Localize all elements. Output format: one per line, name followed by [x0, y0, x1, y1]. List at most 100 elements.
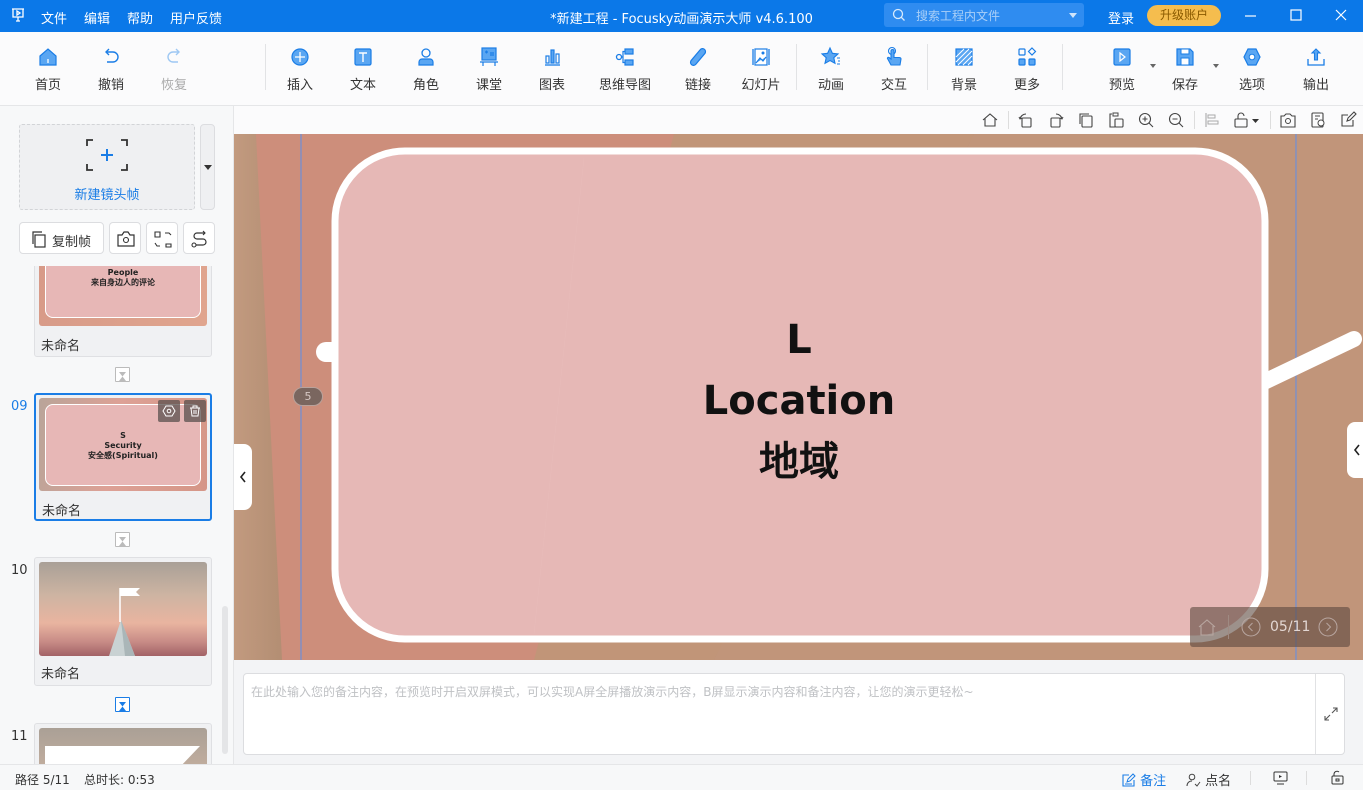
preview-play-icon: [1113, 48, 1131, 66]
animation-label: 动画: [817, 78, 844, 93]
text-icon: [354, 48, 372, 66]
home-button[interactable]: 首页: [18, 46, 78, 93]
zoom-out-icon[interactable]: [1167, 111, 1185, 129]
classroom-button[interactable]: 课堂: [459, 46, 519, 93]
nav-next-icon[interactable]: [1318, 617, 1338, 637]
toolbar-divider: [796, 44, 797, 90]
chevron-left-icon: [239, 471, 246, 483]
mindmap-button[interactable]: 思维导图: [592, 46, 658, 93]
export-button[interactable]: 输出: [1286, 46, 1346, 93]
unlock-icon[interactable]: [1329, 770, 1345, 785]
role-button[interactable]: 角色: [396, 46, 456, 93]
copy-icon[interactable]: [1077, 111, 1095, 129]
save-disk-icon: [1176, 48, 1194, 66]
slide-canvas[interactable]: 5 L Location 地域 05/11: [234, 134, 1363, 660]
screenshot-camera-icon[interactable]: [1279, 111, 1297, 129]
thumb-text: S: [120, 431, 126, 440]
frame-name: 未命名: [42, 504, 82, 519]
copy-frame-button[interactable]: 复制帧: [19, 222, 104, 254]
slide-button[interactable]: 幻灯片: [731, 46, 791, 93]
zoom-in-icon[interactable]: [1137, 111, 1155, 129]
text-button[interactable]: 文本: [333, 46, 393, 93]
search-placeholder: 搜索工程内文件: [916, 9, 1001, 23]
interaction-button[interactable]: 交互: [864, 46, 924, 93]
schedule-icon[interactable]: [1309, 111, 1327, 129]
slide-title-chinese: 地域: [759, 439, 839, 485]
edit-icon[interactable]: [1339, 111, 1357, 129]
frame-thumbnail-9[interactable]: S Security 安全感(Spiritual) 未命名: [34, 393, 212, 521]
transition-icon-active[interactable]: [115, 697, 130, 712]
fit-frame-button[interactable]: [146, 222, 178, 254]
rollcall-tab-label: 点名: [1205, 774, 1232, 789]
frame-thumbnail-list[interactable]: P People 来自身边人的评论 未命名 09 S Security 安全感(…: [0, 266, 222, 764]
menu-help[interactable]: 帮助: [127, 8, 153, 27]
upgrade-account-button[interactable]: 升级账户: [1147, 5, 1221, 26]
redo-icon: [167, 48, 180, 63]
search-dropdown-icon[interactable]: [1069, 13, 1077, 18]
animation-button[interactable]: 动画: [801, 46, 861, 93]
frame-thumbnail-10[interactable]: 未命名: [34, 557, 212, 686]
frame-delete-button[interactable]: [184, 400, 206, 422]
expand-panel-button[interactable]: [1347, 422, 1363, 478]
sidebar-scrollbar[interactable]: [222, 606, 228, 754]
path-route-button[interactable]: [183, 222, 215, 254]
login-link[interactable]: 登录: [1108, 8, 1134, 27]
collapse-sidebar-button[interactable]: [234, 444, 252, 510]
nav-prev-icon[interactable]: [1241, 617, 1261, 637]
paste-icon[interactable]: [1107, 111, 1125, 129]
align-left-icon[interactable]: [1203, 111, 1221, 129]
undo-button[interactable]: 撤销: [81, 46, 141, 93]
background-hatch-icon: [955, 48, 973, 66]
slide-text-block[interactable]: L Location 地域: [554, 310, 1044, 493]
rollcall-tab[interactable]: 点名: [1186, 770, 1231, 789]
redo-button[interactable]: 恢复: [144, 46, 204, 93]
undo-icon: [105, 48, 119, 63]
role-label: 角色: [412, 78, 439, 93]
toolbar-divider: [1062, 44, 1063, 90]
save-button[interactable]: 保存: [1155, 46, 1219, 93]
frame-settings-button[interactable]: [158, 400, 180, 422]
slide-title-word: Location: [702, 378, 896, 424]
rotate-right-icon[interactable]: [1047, 111, 1065, 129]
presenter-screen-icon[interactable]: [1273, 771, 1288, 785]
preview-button[interactable]: 预览: [1092, 46, 1156, 93]
options-button[interactable]: 选项: [1222, 46, 1282, 93]
menu-file[interactable]: 文件: [41, 8, 67, 27]
close-icon: [1335, 9, 1347, 21]
notes-placeholder: 在此处输入您的备注内容，在预览时开启双屏模式，可以实现A屏全屏播放演示内容，B屏…: [251, 685, 974, 699]
home-view-icon[interactable]: [981, 111, 999, 129]
close-button[interactable]: [1319, 0, 1363, 32]
hourglass-icon: [119, 537, 126, 546]
title-bar: 文件 编辑 帮助 用户反馈 *新建工程 - Focusky动画演示大师 v4.6…: [0, 0, 1363, 32]
menu-feedback[interactable]: 用户反馈: [170, 8, 222, 27]
frame-order-badge[interactable]: 5: [293, 387, 323, 406]
more-button[interactable]: 更多: [997, 46, 1057, 93]
insert-button[interactable]: 插入: [270, 46, 330, 93]
expand-notes-button[interactable]: [1315, 674, 1344, 754]
new-frame-button[interactable]: 新建镜头帧: [19, 124, 195, 210]
notes-tab[interactable]: 备注: [1122, 770, 1166, 789]
menu-edit[interactable]: 编辑: [84, 8, 110, 27]
transition-icon[interactable]: [115, 367, 130, 382]
chart-button[interactable]: 图表: [522, 46, 582, 93]
rotate-left-icon[interactable]: [1017, 111, 1035, 129]
project-search-input[interactable]: 搜索工程内文件: [884, 3, 1084, 27]
minimize-button[interactable]: [1228, 0, 1272, 32]
snapshot-button[interactable]: [109, 222, 141, 254]
new-frame-label: 新建镜头帧: [74, 188, 140, 203]
link-button[interactable]: 链接: [668, 46, 728, 93]
new-frame-dropdown[interactable]: [200, 124, 215, 210]
lock-dropdown-icon[interactable]: [1233, 111, 1261, 129]
save-dropdown-icon[interactable]: [1213, 64, 1219, 68]
notes-tab-label: 备注: [1140, 774, 1167, 789]
notes-textarea[interactable]: 在此处输入您的备注内容，在预览时开启双屏模式，可以实现A屏全屏播放演示内容，B屏…: [243, 673, 1345, 755]
interaction-label: 交互: [880, 78, 907, 93]
nav-home-icon[interactable]: [1196, 616, 1218, 638]
transition-icon[interactable]: [115, 532, 130, 547]
background-button[interactable]: 背景: [934, 46, 994, 93]
mindmap-label: 思维导图: [598, 78, 651, 93]
maximize-button[interactable]: [1274, 0, 1318, 32]
rollcall-user-icon: [1186, 773, 1201, 787]
frame-thumbnail-8[interactable]: P People 来自身边人的评论 未命名: [34, 266, 212, 357]
frame-thumbnail-11[interactable]: [34, 723, 212, 764]
